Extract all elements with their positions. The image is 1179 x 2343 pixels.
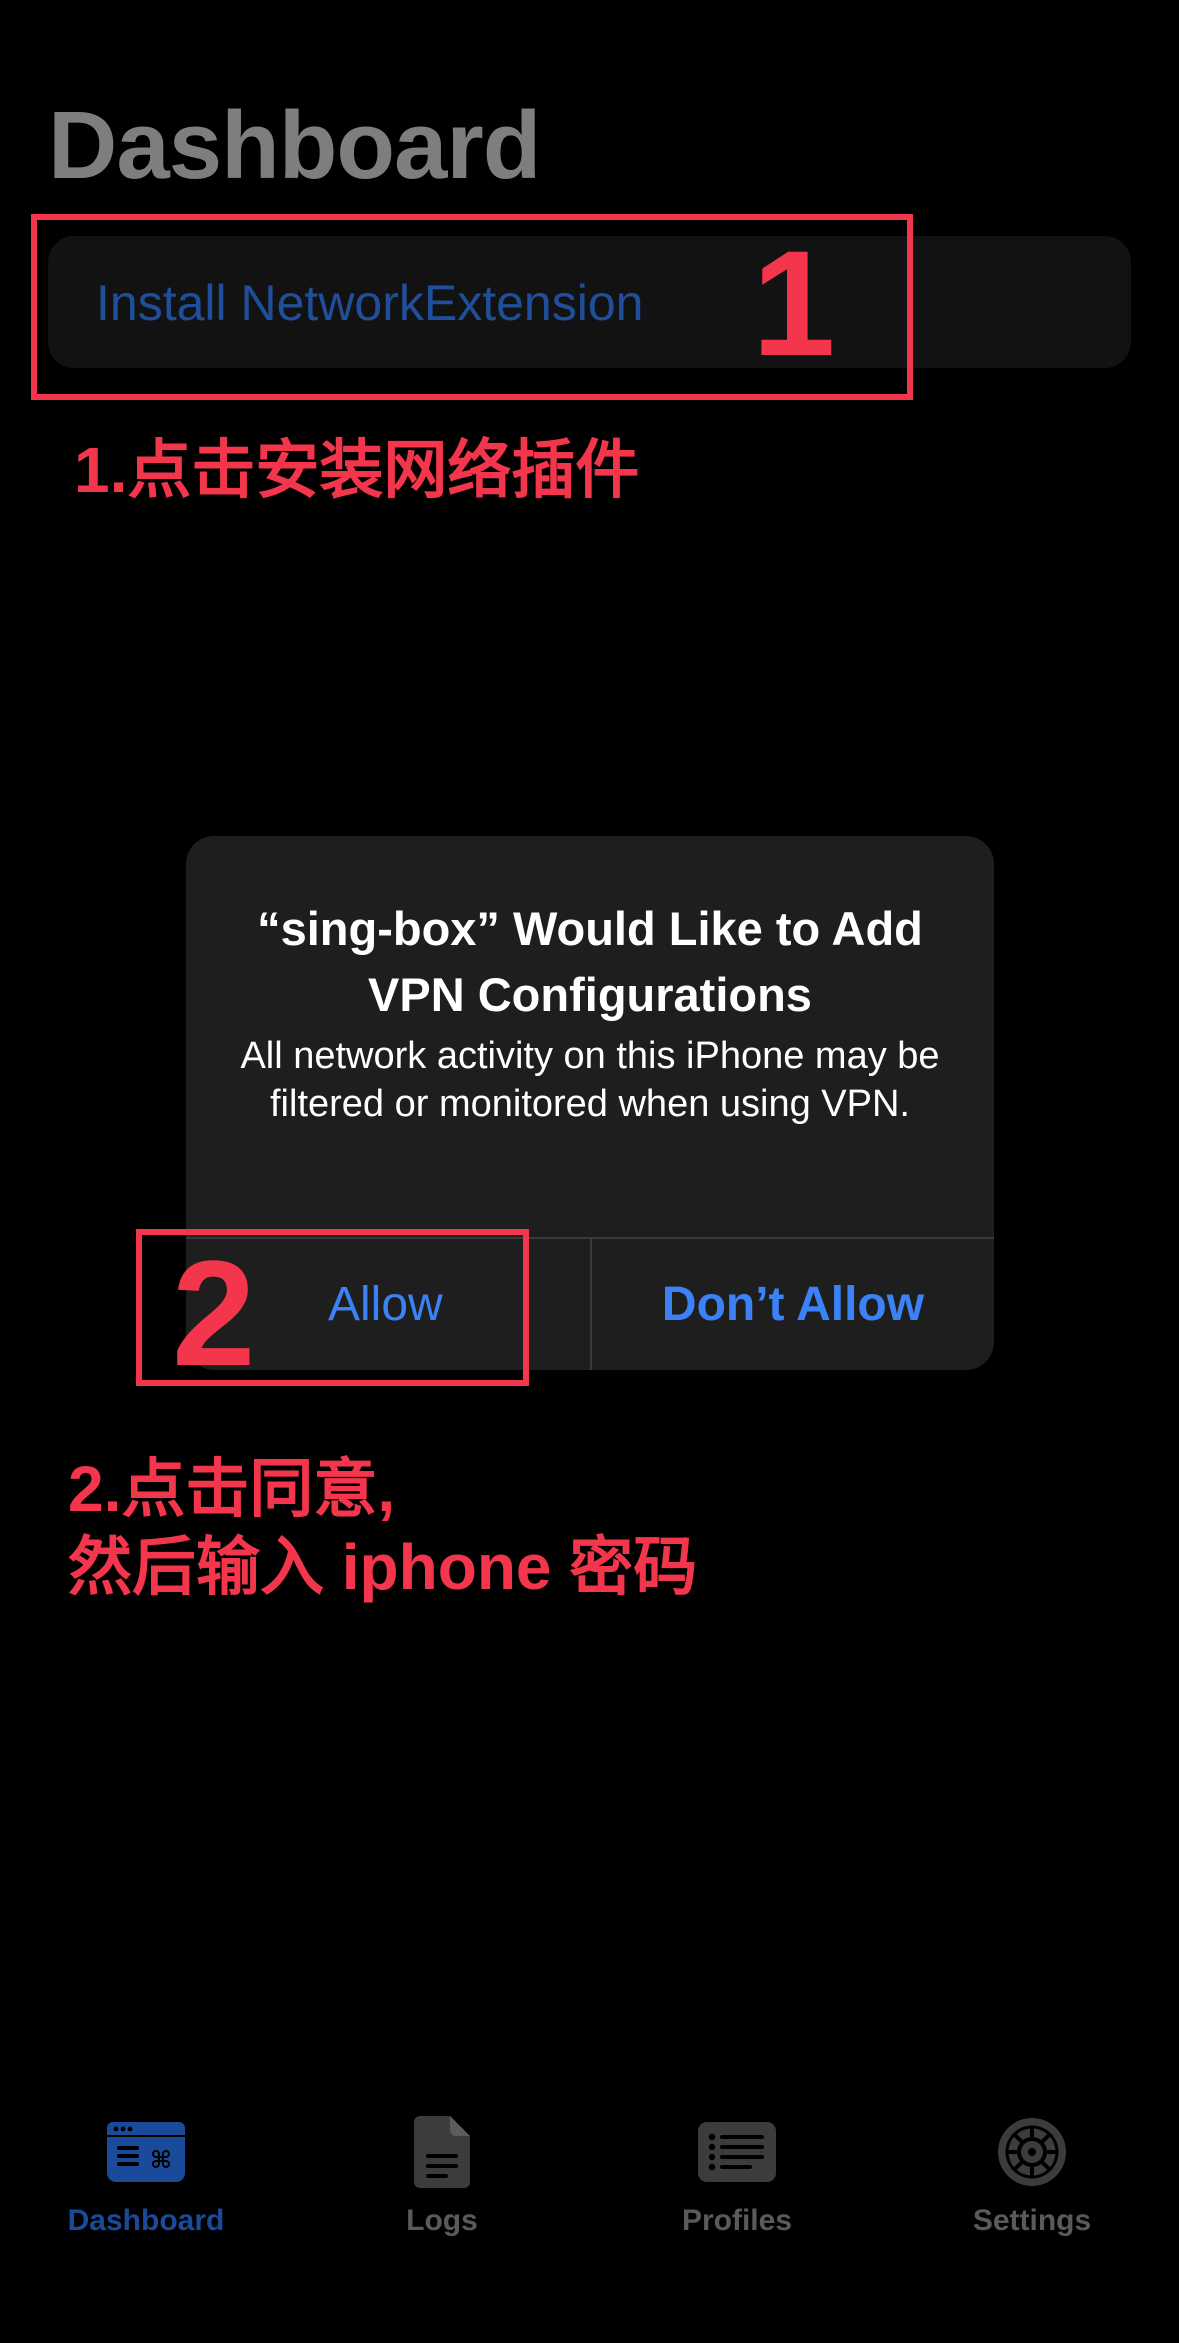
document-icon [397, 2114, 487, 2190]
annotation-number-step2: 2 [172, 1229, 256, 1397]
tab-settings-label: Settings [972, 2204, 1092, 2237]
annotation-text-step2: 2.点击同意, 然后输入 iphone 密码 [68, 1450, 697, 1606]
tab-dashboard-label: Dashboard [67, 2204, 225, 2237]
svg-text:⌘: ⌘ [150, 2146, 172, 2174]
tab-profiles-label: Profiles [681, 2204, 793, 2237]
page-title: Dashboard [48, 92, 541, 199]
tab-logs[interactable]: Logs [322, 2114, 562, 2238]
tab-bar: ⌘ Dashboard Logs Profiles Settings [0, 2100, 1179, 2343]
alert-title: “sing-box” Would Like to Add VPN Configu… [257, 902, 923, 1021]
tab-settings[interactable]: Settings [912, 2114, 1152, 2238]
dashboard-icon: ⌘ [101, 2114, 191, 2190]
alert-message: All network activity on this iPhone may … [240, 1035, 940, 1125]
tab-logs-label: Logs [406, 2204, 478, 2237]
annotation-text-step1: 1.点击安装网络插件 [74, 434, 640, 506]
list-icon [692, 2114, 782, 2190]
tab-profiles[interactable]: Profiles [617, 2114, 857, 2238]
annotation-text-step2-line1: 2.点击同意, [68, 1453, 396, 1525]
annotation-number-step1: 1 [752, 219, 836, 387]
tab-dashboard[interactable]: ⌘ Dashboard [26, 2114, 266, 2238]
annotation-text-step2-line2: 然后输入 iphone 密码 [68, 1531, 698, 1603]
gear-icon [987, 2114, 1077, 2190]
dont-allow-button[interactable]: Don’t Allow [592, 1239, 994, 1370]
